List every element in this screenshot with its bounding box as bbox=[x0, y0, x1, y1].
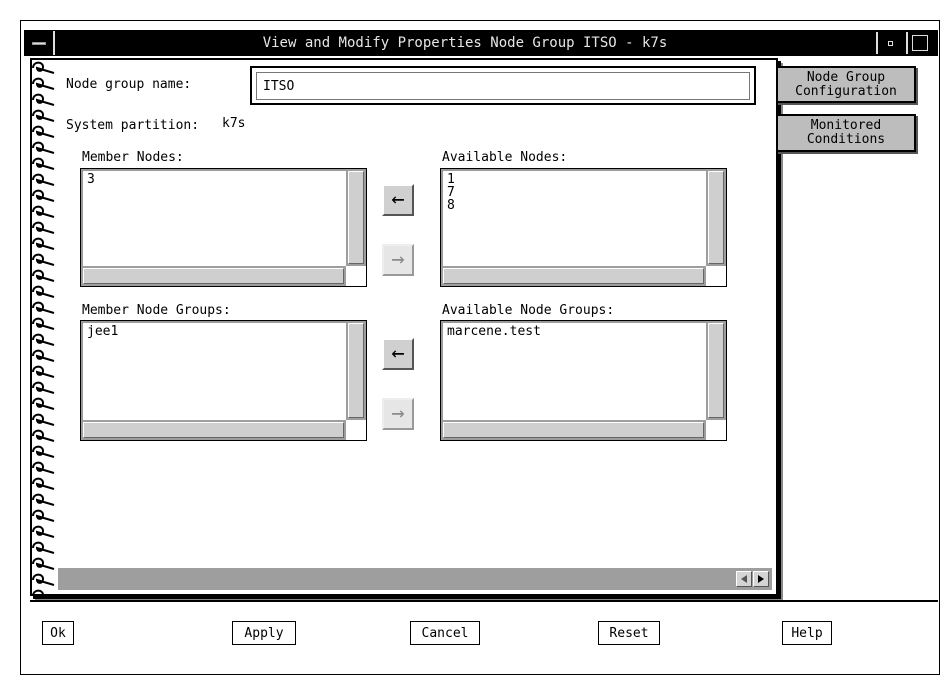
spiral-coil bbox=[32, 381, 55, 394]
spiral-coil bbox=[32, 141, 55, 154]
maximize-icon[interactable] bbox=[906, 32, 932, 54]
tab-label-line2: Conditions bbox=[806, 132, 886, 147]
arrow-right-icon: → bbox=[391, 247, 405, 272]
member-nodes-list[interactable]: 3 bbox=[81, 169, 346, 266]
hscroll-thumb[interactable] bbox=[443, 268, 704, 284]
page-scroll-right-icon[interactable] bbox=[753, 571, 769, 587]
remove-node-group-button[interactable]: → bbox=[382, 398, 414, 430]
spiral-coil bbox=[32, 109, 55, 122]
spiral-coil bbox=[32, 365, 55, 378]
spiral-coil bbox=[32, 269, 55, 282]
spiral-coil bbox=[32, 445, 55, 458]
system-partition-label: System partition: bbox=[66, 118, 200, 133]
arrow-left-icon: ← bbox=[391, 341, 405, 366]
vscroll-thumb[interactable] bbox=[708, 171, 724, 264]
spiral-coil bbox=[32, 397, 55, 410]
window-menu-icon[interactable] bbox=[25, 31, 55, 55]
spiral-coil bbox=[32, 333, 55, 346]
spiral-coil bbox=[32, 173, 55, 186]
list-item[interactable]: 1 bbox=[447, 173, 702, 186]
hscroll-thumb[interactable] bbox=[443, 422, 704, 438]
apply-button[interactable]: Apply bbox=[232, 621, 296, 645]
spiral-coil bbox=[32, 349, 55, 362]
tab-label-line1: Monitored bbox=[810, 118, 882, 133]
available-node-groups-list[interactable]: marcene.test bbox=[441, 321, 706, 420]
list-item[interactable]: 7 bbox=[447, 186, 702, 199]
available-node-groups-hscrollbar[interactable] bbox=[441, 420, 706, 440]
spiral-coil bbox=[32, 157, 55, 170]
system-partition-value: k7s bbox=[222, 116, 246, 131]
member-nodes-hscrollbar[interactable] bbox=[81, 266, 346, 286]
list-item[interactable]: 8 bbox=[447, 199, 702, 212]
tab-label-line2: Configuration bbox=[795, 84, 897, 99]
member-nodes-vscrollbar[interactable] bbox=[346, 169, 366, 266]
minimize-icon[interactable] bbox=[876, 32, 902, 54]
spiral-binding-icon bbox=[30, 58, 58, 594]
arrow-right-icon: → bbox=[391, 401, 405, 426]
spiral-coil bbox=[32, 237, 55, 250]
vscroll-thumb[interactable] bbox=[708, 323, 724, 418]
spiral-coil bbox=[32, 77, 55, 90]
node-group-name-label: Node group name: bbox=[66, 77, 192, 92]
page-hscrollbar[interactable] bbox=[58, 568, 772, 590]
available-node-groups-label: Available Node Groups: bbox=[442, 303, 615, 318]
spiral-coil bbox=[32, 509, 55, 522]
tab-monitored-conditions[interactable]: Monitored Conditions bbox=[776, 114, 916, 152]
spiral-coil bbox=[32, 301, 55, 314]
spiral-coil bbox=[32, 541, 55, 554]
hscroll-thumb[interactable] bbox=[83, 268, 344, 284]
available-nodes-hscrollbar[interactable] bbox=[441, 266, 706, 286]
spiral-coil bbox=[32, 61, 55, 74]
available-nodes-vscrollbar[interactable] bbox=[706, 169, 726, 266]
available-node-groups-vscrollbar[interactable] bbox=[706, 321, 726, 420]
spiral-coil bbox=[32, 189, 55, 202]
spiral-coil bbox=[32, 253, 55, 266]
vscroll-thumb[interactable] bbox=[348, 171, 364, 264]
spiral-coil bbox=[32, 557, 55, 570]
ok-button[interactable]: Ok bbox=[42, 621, 74, 645]
add-node-button[interactable]: ← bbox=[382, 184, 414, 216]
spiral-coil bbox=[32, 525, 55, 538]
add-node-group-button[interactable]: ← bbox=[382, 338, 414, 370]
hscroll-thumb[interactable] bbox=[83, 422, 344, 438]
arrow-left-icon: ← bbox=[391, 187, 405, 212]
help-button[interactable]: Help bbox=[782, 621, 832, 645]
member-node-groups-hscrollbar[interactable] bbox=[81, 420, 346, 440]
member-node-groups-list[interactable]: jee1 bbox=[81, 321, 346, 420]
spiral-coil bbox=[32, 205, 55, 218]
remove-node-button[interactable]: → bbox=[382, 244, 414, 276]
spiral-coil bbox=[32, 589, 44, 594]
vscroll-thumb[interactable] bbox=[348, 323, 364, 418]
spiral-coil bbox=[32, 461, 55, 474]
divider bbox=[30, 600, 938, 602]
spiral-coil bbox=[32, 413, 55, 426]
list-item[interactable]: jee1 bbox=[87, 325, 342, 338]
window-title: View and Modify Properties Node Group IT… bbox=[262, 35, 668, 51]
spiral-coil bbox=[32, 285, 55, 298]
spiral-coil bbox=[32, 573, 55, 586]
spiral-coil bbox=[32, 477, 55, 490]
tab-label-line1: Node Group bbox=[806, 70, 886, 85]
cancel-button[interactable]: Cancel bbox=[410, 621, 480, 645]
spiral-coil bbox=[32, 125, 55, 138]
member-node-groups-label: Member Node Groups: bbox=[82, 303, 231, 318]
member-node-groups-vscrollbar[interactable] bbox=[346, 321, 366, 420]
available-nodes-list[interactable]: 1 7 8 bbox=[441, 169, 706, 266]
reset-button[interactable]: Reset bbox=[598, 621, 660, 645]
spiral-coil bbox=[32, 221, 55, 234]
member-nodes-label: Member Nodes: bbox=[82, 150, 184, 165]
list-item[interactable]: marcene.test bbox=[447, 325, 702, 338]
node-group-name-field[interactable] bbox=[256, 72, 750, 100]
spiral-coil bbox=[32, 93, 55, 106]
page-scroll-left-icon[interactable] bbox=[736, 571, 752, 587]
list-item[interactable]: 3 bbox=[87, 173, 342, 186]
spiral-coil bbox=[32, 429, 55, 442]
spiral-coil bbox=[32, 493, 55, 506]
tab-node-group-configuration[interactable]: Node Group Configuration bbox=[776, 66, 916, 103]
available-nodes-label: Available Nodes: bbox=[442, 150, 568, 165]
spiral-coil bbox=[32, 317, 55, 330]
